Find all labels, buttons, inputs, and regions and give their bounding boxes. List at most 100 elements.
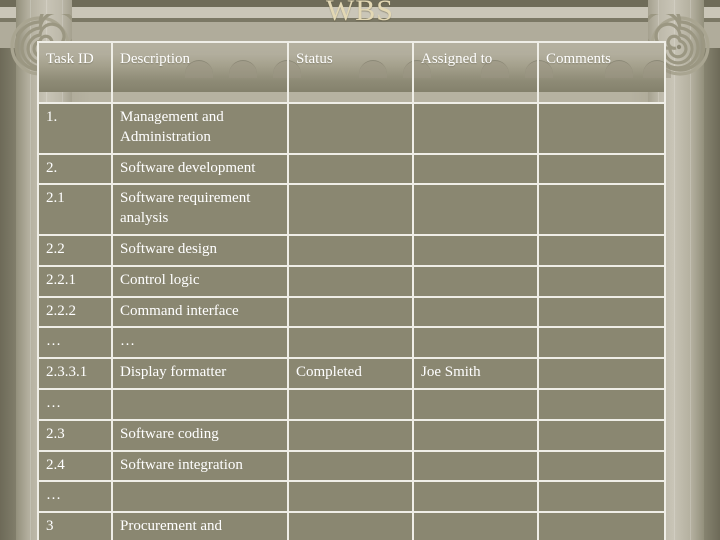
cell-status[interactable]	[287, 480, 414, 514]
cell-text: 2.3.3.1	[46, 364, 88, 381]
cell-task_id[interactable]: 1.	[37, 102, 113, 155]
cell-task_id[interactable]: 2.	[37, 152, 113, 186]
cell-desc[interactable]: Software requirement analysis	[111, 183, 289, 236]
column-header-assigned-to[interactable]: Assigned to	[412, 41, 539, 104]
table-row[interactable]: 2.3 Software coding	[37, 418, 666, 452]
cell-status[interactable]	[287, 295, 414, 329]
cell-desc[interactable]: Management and Administration	[111, 102, 289, 155]
cell-comments[interactable]	[537, 233, 666, 267]
table-row[interactable]: 2.4 Software integration	[37, 449, 666, 483]
table-row[interactable]: 1. Management and Administration	[37, 102, 666, 155]
table-row[interactable]: 2.2.1 Control logic	[37, 264, 666, 298]
cell-text: …	[120, 333, 135, 350]
cell-comments[interactable]	[537, 183, 666, 236]
cell-assigned[interactable]	[412, 418, 539, 452]
table-row[interactable]: …	[37, 480, 666, 514]
table-row[interactable]: 2.2 Software design	[37, 233, 666, 267]
cell-status[interactable]	[287, 511, 414, 540]
cell-status[interactable]	[287, 264, 414, 298]
cell-text: 2.2.2	[46, 302, 76, 319]
table-row[interactable]: 2.2.2 Command interface	[37, 295, 666, 329]
cell-text: …	[46, 394, 61, 411]
column-header-task-id[interactable]: Task ID	[37, 41, 113, 104]
cell-assigned[interactable]	[412, 152, 539, 186]
table-row[interactable]: 2.1 Software requirement analysis	[37, 183, 666, 236]
cell-task_id[interactable]: 2.2	[37, 233, 113, 267]
cell-comments[interactable]	[537, 326, 666, 360]
cell-desc[interactable]: Command interface	[111, 295, 289, 329]
cell-assigned[interactable]: Joe Smith	[412, 357, 539, 390]
cell-task_id[interactable]: …	[37, 387, 113, 421]
cell-status[interactable]	[287, 418, 414, 452]
cell-desc[interactable]: Procurement and development support	[111, 511, 289, 540]
column-header-task-id-label: Task ID	[46, 51, 94, 67]
cell-assigned[interactable]	[412, 264, 539, 298]
table-row[interactable]: 2.3.3.1 Display formatter Completed Joe Smi…	[37, 357, 666, 390]
cell-task_id[interactable]: 2.4	[37, 449, 113, 483]
cell-assigned[interactable]	[412, 449, 539, 483]
cell-text: …	[46, 487, 61, 504]
cell-task_id[interactable]: 2.2.2	[37, 295, 113, 329]
cell-assigned[interactable]	[412, 480, 539, 514]
cell-status[interactable]: Completed	[287, 357, 414, 390]
cell-assigned[interactable]	[412, 233, 539, 267]
cell-assigned[interactable]	[412, 102, 539, 155]
cell-assigned[interactable]	[412, 183, 539, 236]
cell-task_id[interactable]: 3	[37, 511, 113, 540]
cell-desc[interactable]: Software design	[111, 233, 289, 267]
cell-task_id[interactable]: …	[37, 326, 113, 360]
cell-comments[interactable]	[537, 449, 666, 483]
column-header-description-label: Description	[120, 51, 190, 67]
cell-desc[interactable]: Display formatter	[111, 357, 289, 390]
cell-comments[interactable]	[537, 480, 666, 514]
cell-text: Software coding	[120, 425, 219, 442]
cell-desc[interactable]: Software coding	[111, 418, 289, 452]
cell-text: Joe Smith	[421, 364, 481, 381]
cell-desc[interactable]: Software integration	[111, 449, 289, 483]
cell-comments[interactable]	[537, 387, 666, 421]
cell-comments[interactable]	[537, 511, 666, 540]
cell-text: Software integration	[120, 456, 243, 473]
column-header-status[interactable]: Status	[287, 41, 414, 104]
cell-task_id[interactable]: 2.1	[37, 183, 113, 236]
cell-text: 2.2.1	[46, 271, 76, 288]
cell-status[interactable]	[287, 152, 414, 186]
cell-status[interactable]	[287, 183, 414, 236]
column-header-assigned-to-label: Assigned to	[421, 51, 493, 67]
cell-status[interactable]	[287, 449, 414, 483]
cell-desc[interactable]	[111, 480, 289, 514]
cell-desc[interactable]	[111, 387, 289, 421]
cell-task_id[interactable]: …	[37, 480, 113, 514]
cell-desc[interactable]: Software development	[111, 152, 289, 186]
cell-status[interactable]	[287, 387, 414, 421]
column-header-comments[interactable]: Comments	[537, 41, 666, 104]
table-row[interactable]: 3 Procurement and development support	[37, 511, 666, 540]
cell-text: …	[46, 333, 61, 350]
cell-status[interactable]	[287, 326, 414, 360]
column-header-description[interactable]: Description	[111, 41, 289, 104]
cell-comments[interactable]	[537, 295, 666, 329]
cell-comments[interactable]	[537, 418, 666, 452]
table-row[interactable]: …	[37, 387, 666, 421]
cell-comments[interactable]	[537, 152, 666, 186]
cell-text: Software development	[120, 159, 256, 176]
cell-assigned[interactable]	[412, 295, 539, 329]
cell-comments[interactable]	[537, 102, 666, 155]
cell-assigned[interactable]	[412, 326, 539, 360]
cell-assigned[interactable]	[412, 511, 539, 540]
cell-desc[interactable]: …	[111, 326, 289, 360]
cell-text: 1.	[46, 109, 58, 125]
slide: WBS Task ID Description Status Assigned …	[0, 0, 720, 540]
table-row[interactable]: ……	[37, 326, 666, 360]
cell-assigned[interactable]	[412, 387, 539, 421]
cell-task_id[interactable]: 2.3	[37, 418, 113, 452]
cell-task_id[interactable]: 2.2.1	[37, 264, 113, 298]
cell-status[interactable]	[287, 102, 414, 155]
cell-status[interactable]	[287, 233, 414, 267]
cell-desc[interactable]: Control logic	[111, 264, 289, 298]
cell-text: Software design	[120, 240, 218, 257]
cell-comments[interactable]	[537, 357, 666, 390]
table-row[interactable]: 2. Software development	[37, 152, 666, 186]
cell-comments[interactable]	[537, 264, 666, 298]
cell-task_id[interactable]: 2.3.3.1	[37, 357, 113, 390]
